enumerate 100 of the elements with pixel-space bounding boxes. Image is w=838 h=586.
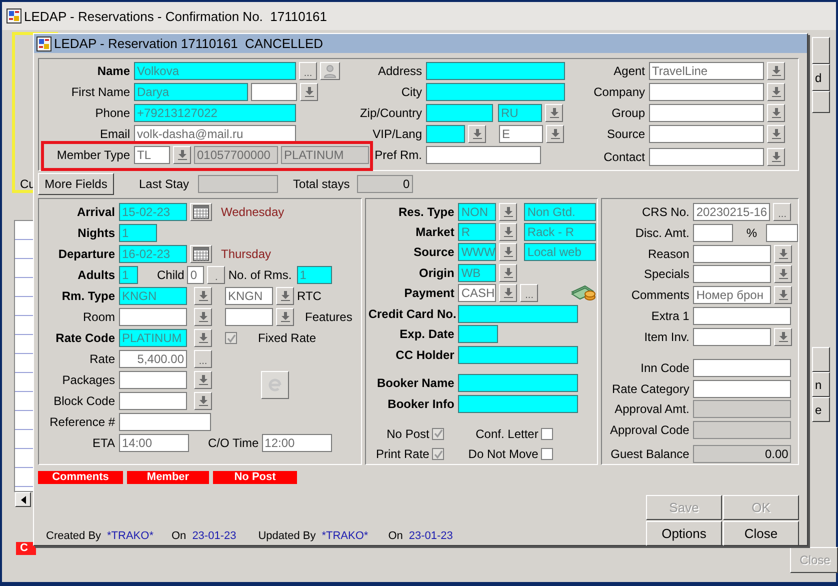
ellipsis-button[interactable]: . <box>207 266 226 284</box>
field-label: Departure <box>57 247 116 261</box>
text-field[interactable]: NON <box>458 202 496 221</box>
field-label: Phone <box>94 106 131 120</box>
button[interactable]: Options <box>646 521 722 546</box>
text-field[interactable]: 16-02-23 <box>119 245 187 263</box>
field-label: Res. Type <box>398 204 456 219</box>
audit-label: On <box>388 530 403 542</box>
text-field[interactable]: WWW <box>458 243 496 262</box>
text-field[interactable]: 5,400.00 <box>119 350 187 368</box>
ellipsis-button[interactable]: ... <box>773 202 792 221</box>
field-label: Nights <box>76 226 116 240</box>
field-label: Pref Rm. <box>374 148 423 162</box>
button[interactable]: e <box>812 397 830 422</box>
button[interactable]: n <box>812 372 830 397</box>
field-label: Rate Category <box>610 382 690 396</box>
field-label: Fixed Rate <box>258 331 316 345</box>
field-label: Rm. Type <box>60 289 116 303</box>
text-field[interactable]: 14:00 <box>119 434 189 452</box>
text-field[interactable]: 15-02-23 <box>119 203 187 221</box>
audit-value: *TRAKO* <box>107 530 154 542</box>
field-label: ETA <box>92 436 116 450</box>
field-label: RTC <box>297 289 322 303</box>
text-field[interactable]: 01057700000 <box>194 146 278 164</box>
text-field[interactable]: R <box>458 223 496 242</box>
button[interactable]: Close <box>723 521 799 546</box>
audit-label: Updated By <box>258 530 316 542</box>
text-field[interactable]: 1 <box>119 224 157 242</box>
field-label: Address <box>376 64 423 78</box>
audit-label: Created By <box>46 530 102 542</box>
field-label: % <box>746 226 757 240</box>
field-label: Credit Card No. <box>368 307 456 322</box>
audit-value: 23-01-23 <box>192 530 236 542</box>
field-label: Disc. Amt. <box>634 226 690 240</box>
field-label: Adults <box>76 268 116 282</box>
field-label: Name <box>96 64 131 78</box>
text-field[interactable]: 0.00 <box>693 445 792 464</box>
field-label: Total stays <box>293 177 350 191</box>
text-field[interactable]: PLATINUM <box>281 146 369 164</box>
field-label: Group <box>610 106 646 120</box>
field-label: Exp. Date <box>398 327 456 342</box>
field-label: Specials <box>642 267 690 282</box>
text-field[interactable]: 12:00 <box>262 434 332 452</box>
alert-tag: Comments <box>38 471 123 484</box>
field-label: Comments <box>630 288 690 302</box>
text-field[interactable]: 0 <box>356 175 413 193</box>
text-field[interactable]: WB <box>458 264 496 282</box>
checkbox-label: Do Not Move <box>468 447 538 462</box>
alert-tag: C <box>16 542 36 555</box>
text-field[interactable]: Non Gtd. <box>524 202 596 221</box>
text-field[interactable]: Volkova <box>134 62 296 80</box>
ellipsis-button[interactable]: ... <box>194 350 212 368</box>
field-label: Arrival <box>76 205 116 219</box>
alert-tag: Member <box>127 471 209 484</box>
field-label: Room <box>82 310 116 324</box>
field-label: VIP/Lang <box>372 127 423 141</box>
field-label: Member Type <box>56 148 131 162</box>
text-field[interactable]: KNGN <box>225 287 273 305</box>
text-field[interactable]: Номер брон <box>693 286 772 304</box>
text-field[interactable]: TravelLine <box>649 62 764 80</box>
text-field[interactable]: Rack - R <box>524 223 596 242</box>
text-field[interactable]: TL <box>134 146 170 164</box>
field-label: Company <box>592 85 646 99</box>
button[interactable]: d <box>812 64 830 91</box>
field-label: C/O Time <box>208 436 259 450</box>
window-title: LEDAP - Reservation 17110161 CANCELLED <box>54 36 324 51</box>
more-fields-button[interactable]: More Fields <box>38 173 114 195</box>
text-field[interactable]: PLATINUM <box>119 329 187 347</box>
field-label: CC Holder <box>394 348 456 362</box>
field-label: Item Inv. <box>643 330 690 344</box>
text-field[interactable]: KNGN <box>119 287 187 305</box>
text-field[interactable]: 20230215-16 <box>693 202 770 221</box>
window-title: LEDAP - Reservations - Confirmation No. 17110161 <box>24 8 328 24</box>
text-field[interactable]: 1 <box>296 266 332 284</box>
checkbox-label: No Post <box>386 426 430 441</box>
day-label: Wednesday <box>221 205 284 219</box>
text-field[interactable]: CASH <box>458 284 496 302</box>
field-label: Child <box>157 268 184 282</box>
text-field[interactable]: 0 <box>187 266 204 284</box>
ellipsis-button[interactable]: ... <box>520 284 538 302</box>
audit-value: *TRAKO* <box>322 530 368 542</box>
field-label: Block Code <box>52 394 116 408</box>
field-label: Source <box>412 245 456 260</box>
field-label: Last Stay <box>139 177 190 191</box>
text-field[interactable]: 1 <box>119 266 138 284</box>
field-label: Reference # <box>48 415 116 429</box>
text-field[interactable]: RU <box>498 104 542 122</box>
text-field[interactable]: Darya <box>134 83 248 101</box>
field-label: Features <box>305 310 352 324</box>
field-label: First Name <box>70 85 131 99</box>
field-label: Guest Balance <box>610 447 690 462</box>
ellipsis-button[interactable]: ... <box>299 62 317 80</box>
field-label: Source <box>606 127 646 141</box>
text-field[interactable]: E <box>499 125 543 143</box>
checkbox-label: Print Rate <box>376 447 430 462</box>
field-label: CRS No. <box>640 204 690 219</box>
field-label: Reason <box>646 246 690 261</box>
text-field[interactable]: +79213127022 <box>134 104 296 122</box>
text-field[interactable]: Local web <box>524 243 596 262</box>
field-label: No. of Rms. <box>228 268 292 282</box>
